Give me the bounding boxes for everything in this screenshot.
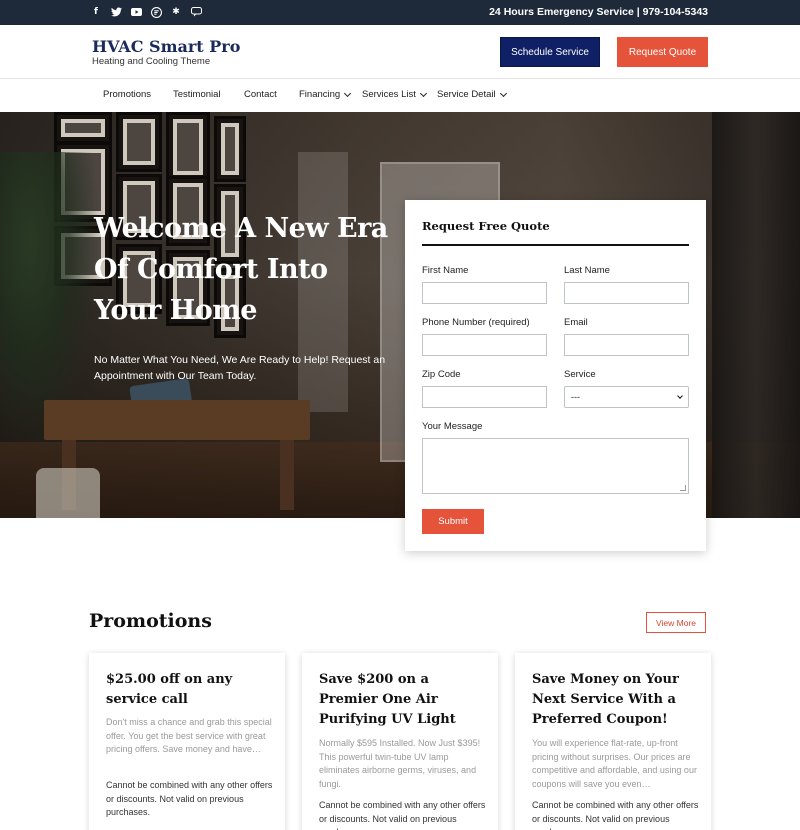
chevron-down-icon <box>677 392 683 399</box>
nav-item-promotions[interactable]: Promotions <box>103 89 151 100</box>
promotions-heading: Promotions <box>89 610 212 632</box>
promo-card-title[interactable]: Save $200 on a Premier One Air Purifying… <box>319 670 485 730</box>
quote-form: Request Free Quote First Name Last Name … <box>405 200 706 551</box>
phone-input[interactable] <box>422 334 547 356</box>
photo-frame <box>214 116 246 182</box>
foursquare-icon[interactable] <box>150 5 162 19</box>
nav-label: Promotions <box>103 89 152 100</box>
yelp-icon[interactable]: ✱ <box>170 5 182 19</box>
social-links: f ✱ <box>90 5 202 19</box>
form-title: Request Free Quote <box>422 219 550 233</box>
logo-subtitle: Heating and Cooling Theme <box>92 56 211 67</box>
service-select-value: --- <box>571 392 580 402</box>
schedule-service-button[interactable]: Schedule Service <box>500 37 600 67</box>
nav-label: Service Detail <box>437 89 496 100</box>
message-textarea[interactable] <box>422 438 689 494</box>
resize-handle-icon[interactable] <box>680 485 686 491</box>
photo-frame <box>54 112 112 144</box>
hero-subtitle: No Matter What You Need, We Are Ready to… <box>94 354 386 382</box>
zip-code-input[interactable] <box>422 386 547 408</box>
hero-basket <box>36 468 100 518</box>
promo-card-title[interactable]: Save Money on Your Next Service With a P… <box>532 670 698 730</box>
last-name-label: Last Name <box>564 265 610 276</box>
email-label: Email <box>564 317 588 328</box>
emergency-service-text: 24 Hours Emergency Service | 979-104-534… <box>489 6 708 18</box>
promo-card[interactable]: Save Money on Your Next Service With a P… <box>515 653 711 830</box>
service-label: Service <box>564 369 596 380</box>
chevron-down-icon <box>344 89 352 97</box>
hero-bench <box>44 400 310 440</box>
submit-button[interactable]: Submit <box>422 509 484 534</box>
zip-code-label: Zip Code <box>422 369 461 380</box>
promo-card-note: Cannot be combined with any other offers… <box>106 780 273 817</box>
chat-icon[interactable] <box>190 5 202 19</box>
view-more-button[interactable]: View More <box>646 612 706 633</box>
facebook-icon[interactable]: f <box>90 5 102 19</box>
main-nav: Promotions Testimonial Contact Financing… <box>0 79 800 112</box>
nav-label: Financing <box>299 89 341 100</box>
bench-leg <box>280 440 294 510</box>
photo-frame <box>166 112 210 182</box>
nav-item-service-detail[interactable]: Service Detail <box>437 89 507 100</box>
chevron-down-icon <box>499 89 507 97</box>
first-name-input[interactable] <box>422 282 547 304</box>
promo-card-note: Cannot be combined with any other offers… <box>532 800 699 830</box>
nav-item-testimonial[interactable]: Testimonial <box>173 89 221 100</box>
logo-title[interactable]: HVAC Smart Pro <box>92 37 240 56</box>
message-label: Your Message <box>422 421 483 432</box>
promo-card-description: You will experience flat-rate, up-front … <box>532 738 697 789</box>
nav-item-contact[interactable]: Contact <box>244 89 277 100</box>
promo-card-description: Don't miss a chance and grab this specia… <box>106 717 272 754</box>
nav-label: Testimonial <box>173 89 221 100</box>
hero-curtain <box>712 112 800 518</box>
promo-card[interactable]: $25.00 off on any service call Don't mis… <box>89 653 285 830</box>
site-header: HVAC Smart Pro Heating and Cooling Theme… <box>0 25 800 79</box>
nav-label: Contact <box>244 89 277 100</box>
email-input[interactable] <box>564 334 689 356</box>
top-bar: f ✱ 24 Hours Emergency Service | 979-104… <box>0 0 800 25</box>
photo-frame <box>116 112 162 172</box>
nav-item-financing[interactable]: Financing <box>299 89 352 100</box>
promo-card-note: Cannot be combined with any other offers… <box>319 800 486 830</box>
request-quote-button[interactable]: Request Quote <box>617 37 708 67</box>
form-title-divider <box>422 244 689 246</box>
promo-card-description: Normally $595 Installed. Now Just $395! … <box>319 738 481 789</box>
first-name-label: First Name <box>422 265 469 276</box>
hero-title: Welcome A New Era Of Comfort Into Your H… <box>94 213 388 326</box>
youtube-icon[interactable] <box>130 5 142 19</box>
promo-card-title[interactable]: $25.00 off on any service call <box>106 670 272 710</box>
chevron-down-icon <box>419 89 427 97</box>
service-select[interactable]: --- <box>564 386 689 408</box>
nav-item-services-list[interactable]: Services List <box>362 89 427 100</box>
twitter-icon[interactable] <box>110 5 122 19</box>
last-name-input[interactable] <box>564 282 689 304</box>
nav-label: Services List <box>362 89 416 100</box>
promo-card[interactable]: Save $200 on a Premier One Air Purifying… <box>302 653 498 830</box>
phone-label: Phone Number (required) <box>422 317 530 328</box>
